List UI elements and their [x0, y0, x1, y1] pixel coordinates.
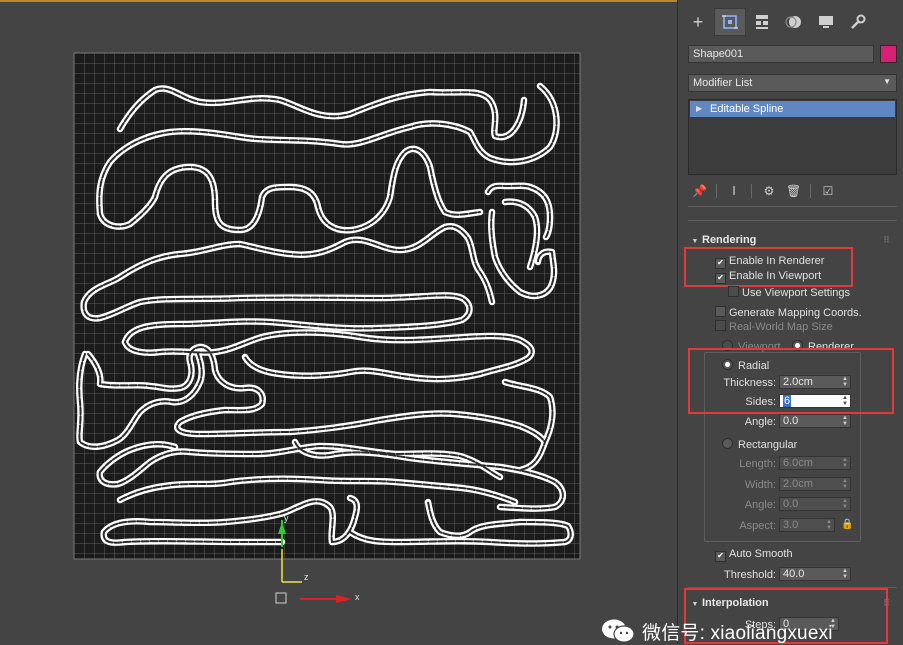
divider — [688, 206, 897, 207]
motion-icon[interactable] — [778, 8, 810, 36]
aspect-label: Aspect: — [739, 520, 776, 532]
check-icon: ✔ — [715, 551, 726, 562]
lock-icon[interactable]: 🔒 — [841, 519, 853, 530]
modifier-list-dropdown[interactable]: Modifier List ▼ — [688, 74, 897, 92]
highlight-box-radial — [688, 348, 894, 414]
modify-icon[interactable] — [714, 8, 746, 36]
length-spinner[interactable]: 6.0cm ▲ ▼ — [779, 456, 851, 470]
make-unique-icon[interactable]: ⚙ — [762, 184, 776, 200]
aspect-value: 3.0 — [783, 519, 799, 531]
highlight-box-enable — [684, 247, 853, 287]
rendering-title: Rendering — [702, 234, 757, 246]
watermark-text: 微信号: xiaoliangxuexi — [642, 622, 833, 644]
width-spinner[interactable]: 2.0cm ▲ ▼ — [779, 477, 851, 491]
modifier-stack[interactable]: ▶ Editable Spline — [688, 99, 897, 175]
expand-triangle-icon[interactable]: ▶ — [696, 101, 702, 117]
spinner-arrows-icon[interactable]: ▲ ▼ — [842, 568, 848, 580]
rect-angle-value: 0.0 — [783, 498, 799, 510]
angle-value: 0.0 — [783, 415, 799, 427]
command-panel: + Shape001 Modifier List ▼ ▶ Editable Sp… — [677, 0, 903, 644]
stack-item-editable-spline[interactable]: ▶ Editable Spline — [690, 101, 895, 117]
wrench-icon[interactable] — [842, 8, 874, 36]
length-label: Length: — [739, 458, 776, 470]
rect-angle-label: Angle: — [744, 499, 776, 511]
rectangular-radio[interactable]: Rectangular — [722, 438, 797, 452]
use-viewport-settings-checkbox[interactable]: Use Viewport Settings — [728, 286, 850, 300]
spinner-arrows-icon[interactable]: ▲ ▼ — [842, 478, 848, 490]
generate-mapping-checkbox[interactable]: Generate Mapping Coords. — [715, 306, 862, 320]
svg-text:z: z — [304, 572, 309, 582]
radio-icon — [722, 438, 733, 449]
display-icon[interactable] — [810, 8, 842, 36]
configure-sets-icon[interactable]: ☑ — [821, 184, 835, 200]
svg-text:y: y — [284, 513, 289, 523]
check-icon — [715, 320, 726, 331]
angle-label: Angle: — [744, 416, 776, 428]
stack-toolbar: 📌 Ⅰ ⚙ 🗑 ☑ — [692, 184, 835, 200]
spinner-arrows-icon[interactable]: ▲ ▼ — [842, 457, 848, 469]
wechat-logo-icon — [600, 618, 636, 644]
rectangular-radio-label: Rectangular — [738, 439, 798, 451]
rendering-rollout-header[interactable]: ▼ Rendering ⠿ — [688, 232, 894, 248]
remove-modifier-icon[interactable]: 🗑 — [786, 184, 801, 200]
command-panel-tabs: + — [682, 8, 874, 36]
spinner-arrows-icon[interactable]: ▲ ▼ — [842, 415, 848, 427]
rollout-grip-icon: ⠿ — [882, 235, 890, 245]
chevron-down-icon: ▼ — [883, 77, 891, 86]
length-value: 6.0cm — [783, 457, 813, 469]
show-end-result-icon[interactable]: Ⅰ — [727, 184, 741, 200]
rect-angle-spinner[interactable]: 0.0 ▲ ▼ — [779, 497, 851, 511]
angle-spinner[interactable]: 0.0 ▲ ▼ — [779, 414, 851, 428]
plus-icon[interactable]: + — [682, 8, 714, 36]
divider — [688, 220, 897, 221]
width-value: 2.0cm — [783, 478, 813, 490]
auto-smooth-label: Auto Smooth — [729, 548, 793, 560]
viewport-canvas[interactable]: y z x — [0, 2, 677, 644]
threshold-spinner[interactable]: 40.0 ▲ ▼ — [779, 567, 851, 581]
stack-item-label: Editable Spline — [710, 103, 784, 115]
real-world-map-size-label: Real-World Map Size — [729, 321, 833, 333]
hierarchy-icon[interactable] — [746, 8, 778, 36]
pin-stack-icon[interactable]: 📌 — [692, 184, 707, 200]
toolbar-separator — [751, 184, 752, 198]
object-color-swatch[interactable] — [880, 45, 897, 63]
spinner-arrows-icon[interactable]: ▲ ▼ — [826, 519, 832, 531]
modifier-list-label: Modifier List — [693, 77, 753, 89]
watermark: 微信号: xiaoliangxuexi — [600, 618, 833, 644]
auto-smooth-checkbox[interactable]: ✔ Auto Smooth — [715, 548, 793, 562]
real-world-map-size-checkbox[interactable]: Real-World Map Size — [715, 320, 833, 334]
check-icon — [715, 306, 726, 317]
width-label: Width: — [744, 479, 776, 491]
threshold-label: Threshold: — [724, 569, 776, 581]
toolbar-separator — [716, 184, 717, 198]
threshold-value: 40.0 — [783, 568, 805, 580]
spinner-arrows-icon[interactable]: ▲ ▼ — [842, 498, 848, 510]
object-name-field[interactable]: Shape001 — [688, 45, 874, 63]
use-viewport-settings-label: Use Viewport Settings — [742, 287, 851, 299]
aspect-spinner[interactable]: 3.0 ▲ ▼ — [779, 518, 835, 532]
check-icon — [728, 286, 739, 297]
perspective-viewport[interactable]: y z x — [0, 0, 677, 644]
generate-mapping-label: Generate Mapping Coords. — [729, 307, 862, 319]
svg-text:x: x — [355, 592, 360, 602]
toolbar-separator — [810, 184, 811, 198]
